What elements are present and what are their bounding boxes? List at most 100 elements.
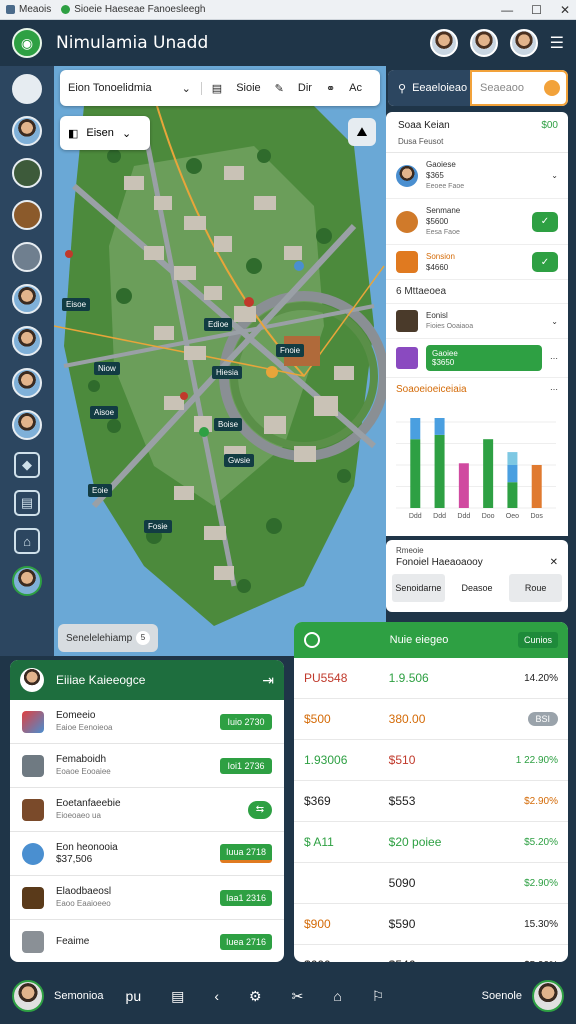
map-label[interactable]: Niow (94, 362, 120, 375)
search-icon[interactable] (304, 632, 320, 648)
list-item[interactable]: Eomeeio Eaioe Eenoieoa Iuio 2730 (10, 700, 284, 744)
avatar[interactable] (509, 29, 538, 57)
map-label[interactable]: Eisoe (62, 298, 91, 311)
more-icon[interactable]: ⋯ (550, 354, 558, 363)
rail-avatar[interactable] (12, 368, 42, 398)
map-label[interactable]: Edioe (204, 318, 233, 331)
pencil-icon[interactable]: ✎ (275, 82, 284, 95)
search-input[interactable]: Seaeaoo (470, 70, 568, 106)
os-tab-1[interactable]: Meaois (6, 4, 51, 15)
table-row[interactable]: $900 $590 15.30% (294, 904, 568, 945)
table-row[interactable]: $500 380.00 BSI (294, 699, 568, 740)
list-item[interactable]: Feaime Iuea 2716 (10, 920, 284, 962)
swap-button[interactable]: ⇆ (248, 800, 272, 819)
chevron-down-icon[interactable]: ⌄ (551, 171, 558, 180)
action-button[interactable]: ✓ (532, 211, 558, 232)
table-row[interactable]: 1.93006 $510 1 22.90% (294, 740, 568, 781)
tool-2[interactable]: Dir (298, 82, 312, 95)
table-row[interactable]: $ A11 $20 poiee $5.20% (294, 822, 568, 863)
menu-icon[interactable]: ☰ (550, 33, 564, 53)
status-badge[interactable]: Iuio 2730 (220, 713, 272, 730)
action-button[interactable]: ✓ (532, 252, 558, 272)
rail-globe-icon[interactable] (12, 74, 42, 104)
rail-avatar[interactable] (12, 284, 42, 314)
table-row[interactable]: 5090 $2.90% (294, 863, 568, 904)
close-icon[interactable]: ✕ (550, 557, 558, 568)
map-label[interactable]: Boise (214, 418, 243, 431)
rail-avatar[interactable] (12, 566, 42, 596)
os-tab-2[interactable]: Sioeie Haeseae Fanoesleegh (61, 4, 205, 15)
search-scope[interactable]: ⚲ Eeaeloieao (388, 70, 470, 106)
status-badge[interactable]: Iuea 2716 (220, 934, 272, 950)
rail-avatar[interactable] (12, 200, 42, 230)
chevron-down-icon[interactable]: ⌄ (551, 317, 558, 326)
status-badge[interactable]: Iaa1 2316 (220, 889, 272, 906)
option-button[interactable]: Senoidarne (392, 574, 445, 602)
filter-icon[interactable] (544, 80, 560, 96)
table-row[interactable]: $369 $553 $2.90% (294, 781, 568, 822)
avatar[interactable] (532, 980, 564, 1012)
rail-avatar[interactable] (12, 326, 42, 356)
user-label: Soenole (481, 990, 522, 1002)
table-row[interactable]: $600$546$5.90% (294, 945, 568, 962)
list-item[interactable]: Gaoiese $365 Eeoee Faoe ⌄ (386, 153, 568, 199)
map-label[interactable]: Fnoie (276, 344, 305, 357)
store-icon (22, 798, 44, 821)
list-item[interactable]: Elaodbaeosl Eaoo Eaaioeeo Iaa1 2316 (10, 876, 284, 920)
header-button[interactable]: Cunios (517, 632, 558, 648)
expand-icon[interactable]: ⇥ (262, 672, 274, 689)
map-view[interactable]: Eion Tonoelidmia ⌄ ▤ Sioie ✎ Dir ⚭ Ac ◧ … (54, 66, 386, 656)
close-button[interactable]: ✕ (560, 3, 570, 17)
list-item[interactable]: Senmane $5600 Eesa Faoe ✓ (386, 199, 568, 245)
status-badge[interactable]: Ioi1 2736 (220, 757, 272, 774)
map-canvas[interactable] (54, 66, 386, 656)
rail-avatar[interactable] (12, 116, 42, 146)
list-item[interactable]: Eon heonooia $37,506 Iuua 2718 (10, 832, 284, 876)
map-label[interactable]: Gwsie (224, 454, 255, 467)
option-button[interactable]: Deasoe (450, 574, 504, 602)
location-select[interactable]: Eion Tonoelidmia ⌄ (68, 81, 202, 95)
map-label[interactable]: Aisoe (90, 406, 119, 419)
diamond-icon[interactable]: ◆ (14, 452, 40, 478)
map-label[interactable]: Eoie (88, 484, 113, 497)
rail-avatar[interactable] (12, 410, 42, 440)
layers-icon[interactable]: ⛰ (348, 118, 376, 146)
text-icon[interactable]: pu (126, 988, 142, 1005)
document-icon[interactable]: ▤ (14, 490, 40, 516)
rail-avatar[interactable] (12, 158, 42, 188)
bag-icon[interactable]: ⌂ (14, 528, 40, 554)
list-item[interactable]: Eoetanfaeebie Eioeoaeo ua ⇆ (10, 788, 284, 832)
home-icon[interactable]: ⌂ (333, 988, 341, 1005)
more-icon[interactable]: ⋯ (550, 385, 558, 394)
list-item[interactable]: Gaoiee $3650 ⋯ (386, 339, 568, 378)
link-icon[interactable]: ⚭ (326, 82, 335, 95)
status-badge[interactable]: BSI (527, 712, 559, 726)
list-icon[interactable]: ▤ (212, 82, 222, 95)
list-item[interactable]: Sonsion $4660 ✓ (386, 245, 568, 280)
back-icon[interactable]: ‹ (214, 988, 219, 1005)
maximize-button[interactable]: ☐ (531, 3, 542, 17)
flag-icon[interactable]: ⚐ (372, 988, 385, 1005)
map-legend-button[interactable]: Senelelehiamp 5 (58, 624, 158, 652)
avatar[interactable] (12, 980, 44, 1012)
map-filter[interactable]: ◧ Eisen ⌄ (60, 116, 150, 150)
avatar (20, 668, 44, 692)
scissors-icon[interactable]: ✂ (292, 988, 304, 1005)
rail-avatar[interactable] (12, 242, 42, 272)
tool-1[interactable]: Sioie (236, 82, 260, 95)
map-label[interactable]: Hiesia (212, 366, 243, 379)
avatar[interactable] (469, 29, 498, 57)
tool-3[interactable]: Ac (349, 82, 362, 95)
table-row[interactable]: PU5548 1.9.506 14.20% (294, 658, 568, 699)
list-icon[interactable]: ▤ (171, 988, 184, 1005)
avatar[interactable] (429, 29, 458, 57)
map-label[interactable]: Fosie (144, 520, 172, 533)
option-button[interactable]: Roue (509, 574, 563, 602)
minimize-button[interactable]: — (501, 3, 513, 17)
list-item[interactable]: Femaboidh Eoaoe Eooaiee Ioi1 2736 (10, 744, 284, 788)
status-badge[interactable]: Iuua 2718 (220, 844, 272, 863)
app-logo-icon[interactable]: ◉ (12, 28, 42, 58)
gear-icon[interactable]: ⚙ (249, 988, 262, 1005)
chart-bar (507, 482, 518, 508)
list-item[interactable]: Eonisl Fioies Ooaiaoa ⌄ (386, 304, 568, 339)
